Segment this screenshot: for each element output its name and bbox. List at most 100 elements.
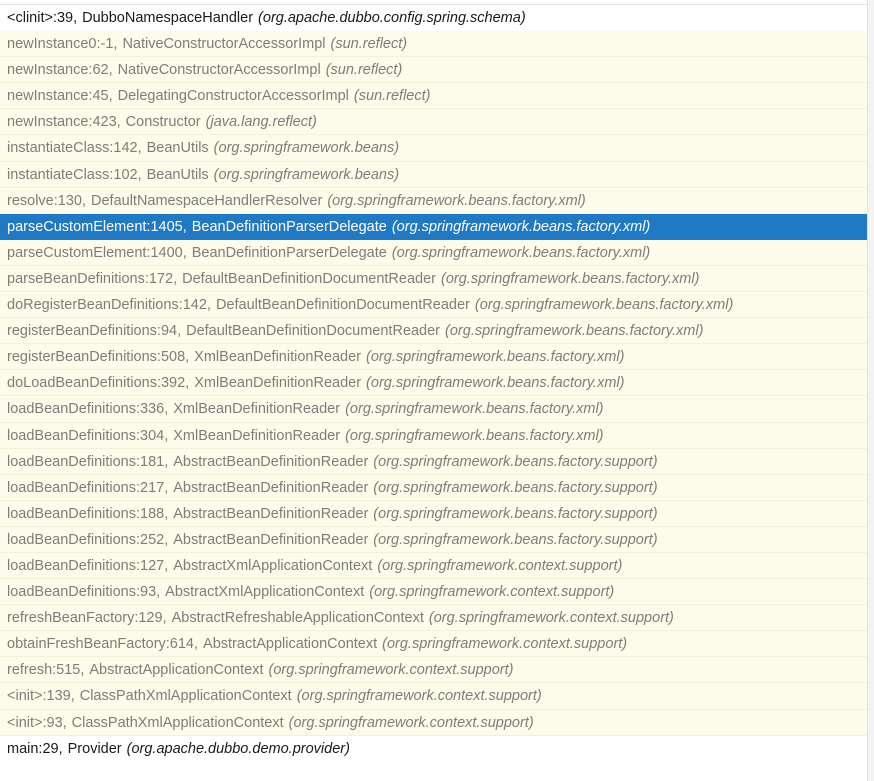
stack-frame-row[interactable]: registerBeanDefinitions:508, XmlBeanDefin… [0, 344, 874, 371]
frame-class: AbstractBeanDefinitionReader [173, 505, 369, 522]
frame-package: org.springframework.beans.factory.suppor… [373, 506, 657, 522]
frame-method: loadBeanDefinitions:304 [7, 427, 165, 444]
stack-frame-row[interactable]: newInstance:62, NativeConstructorAccessor… [0, 57, 874, 84]
frame-class: AbstractBeanDefinitionReader [173, 479, 369, 496]
frame-method: instantiateClass:142 [7, 140, 138, 157]
frame-method: resolve:130 [7, 192, 82, 209]
frame-separator: , [182, 244, 187, 261]
frame-class: DelegatingConstructorAccessorImpl [117, 88, 349, 105]
stack-frame-row[interactable]: loadBeanDefinitions:181, AbstractBeanDefi… [0, 448, 874, 475]
frame-separator: , [58, 740, 63, 757]
frame-method: <init>:93 [7, 714, 63, 731]
frame-separator: , [116, 114, 121, 131]
frame-package: org.springframework.context.support [377, 558, 622, 574]
frame-package: org.springframework.context.support [268, 662, 513, 678]
frame-class: XmlBeanDefinitionReader [194, 349, 362, 366]
frame-class: XmlBeanDefinitionReader [173, 427, 341, 444]
frame-separator: , [164, 531, 169, 548]
call-stack-frames-list: <clinit>:39,DubboNamespaceHandlerorg.apa… [0, 4, 874, 762]
stack-frame-row[interactable]: loadBeanDefinitions:336, XmlBeanDefinitio… [0, 396, 874, 423]
frame-method: refreshBeanFactory:129 [7, 610, 163, 627]
stack-frame-row[interactable]: loadBeanDefinitions:304, XmlBeanDefinitio… [0, 422, 874, 449]
stack-frame-row[interactable]: doLoadBeanDefinitions:392, XmlBeanDefinit… [0, 370, 874, 397]
stack-frame-row[interactable]: <init>:93, ClassPathXmlApplicationContext… [0, 709, 874, 736]
stack-frame-row[interactable]: parseCustomElement:1400, BeanDefinitionPa… [0, 239, 874, 266]
frame-separator: , [194, 636, 199, 653]
stack-frame-row[interactable]: newInstance:423,Constructor java.lang.ref… [0, 109, 874, 136]
stack-frame-row[interactable]: parseCustomElement:1405, BeanDefinitionPa… [0, 213, 874, 240]
frame-class: XmlBeanDefinitionReader [194, 375, 362, 392]
frame-package: org.springframework.beans.factory.xml [327, 193, 585, 209]
frame-class: BeanUtils [146, 166, 209, 183]
frame-package: org.springframework.beans.factory.xml [445, 323, 703, 339]
frame-method: registerBeanDefinitions:508 [7, 349, 186, 366]
stack-frame-row[interactable]: resolve:130, DefaultNamespaceHandlerResol… [0, 187, 874, 214]
frame-package: org.springframework.beans.factory.xml [475, 297, 733, 313]
stack-frame-row[interactable]: obtainFreshBeanFactory:614, AbstractAppli… [0, 631, 874, 658]
stack-frame-row[interactable]: refreshBeanFactory:129, AbstractRefreshab… [0, 605, 874, 632]
stack-frame-row[interactable]: loadBeanDefinitions:217, AbstractBeanDefi… [0, 474, 874, 501]
stack-frame-row[interactable]: instantiateClass:142,BeanUtils org.spring… [0, 135, 874, 162]
frame-package: org.springframework.context.support [369, 584, 614, 600]
frame-method: <clinit>:39 [7, 10, 74, 26]
scrollbar-edge[interactable] [867, 0, 874, 781]
frame-method: doLoadBeanDefinitions:392 [7, 375, 186, 392]
frame-package: org.springframework.beans.factory.xml [345, 428, 603, 444]
frame-class: DefaultBeanDefinitionDocumentReader [182, 270, 436, 287]
frame-package: org.springframework.beans [214, 140, 399, 156]
frame-separator: , [108, 62, 113, 79]
stack-frame-row[interactable]: loadBeanDefinitions:188, AbstractBeanDefi… [0, 500, 874, 527]
frame-class: AbstractRefreshableApplicationContext [171, 610, 424, 627]
frame-separator: , [164, 557, 169, 574]
frame-separator: , [164, 479, 169, 496]
frame-package: org.springframework.beans.factory.xml [392, 219, 650, 235]
stack-frame-row[interactable]: parseBeanDefinitions:172, DefaultBeanDefi… [0, 265, 874, 293]
frame-separator: , [80, 662, 85, 679]
frame-method: main:29 [7, 740, 59, 757]
frame-method: newInstance:423 [7, 114, 117, 131]
stack-frame-row[interactable]: doRegisterBeanDefinitions:142, DefaultBea… [0, 292, 874, 319]
frame-class: BeanDefinitionParserDelegate [191, 244, 387, 261]
frame-package: java.lang.reflect [206, 114, 317, 130]
frame-method: registerBeanDefinitions:94 [7, 323, 178, 340]
stack-frame-row[interactable]: registerBeanDefinitions:94, DefaultBeanDe… [0, 318, 874, 345]
frame-method: newInstance:45 [7, 88, 109, 105]
frame-package: org.springframework.beans.factory.xml [345, 401, 603, 417]
frame-separator: , [81, 192, 86, 209]
frame-separator: , [113, 36, 118, 53]
stack-frame-row[interactable]: newInstance0:-1, NativeConstructorAccesso… [0, 31, 874, 58]
frame-separator: , [108, 88, 113, 105]
stack-frame-row[interactable]: loadBeanDefinitions:252, AbstractBeanDefi… [0, 526, 874, 553]
frame-package: org.springframework.context.support [382, 636, 627, 652]
frame-method: loadBeanDefinitions:181 [7, 453, 165, 470]
frame-method: loadBeanDefinitions:336 [7, 401, 165, 418]
frame-class: XmlBeanDefinitionReader [173, 401, 341, 418]
frame-separator: , [177, 323, 182, 340]
frame-class: AbstractXmlApplicationContext [165, 584, 365, 601]
stack-frame-row[interactable]: instantiateClass:102,BeanUtils org.spring… [0, 161, 874, 188]
stack-frame-row[interactable]: main:29,Provider org.apache.dubbo.demo.pr… [0, 735, 874, 762]
frame-separator: , [182, 218, 187, 235]
frame-method: newInstance:62 [7, 62, 109, 79]
frame-separator: , [164, 505, 169, 522]
stack-frame-row[interactable]: newInstance:45, DelegatingConstructorAcce… [0, 83, 874, 110]
frame-class: AbstractXmlApplicationContext [173, 557, 373, 574]
frame-package: sun.reflect [326, 62, 403, 78]
stack-frame-row[interactable]: loadBeanDefinitions:93, AbstractXmlApplic… [0, 579, 874, 606]
frame-package: org.springframework.context.support [297, 688, 542, 704]
frame-separator: , [164, 427, 169, 444]
frame-package: org.springframework.beans [214, 167, 399, 183]
frame-package: org.springframework.context.support [289, 715, 534, 731]
stack-frame-row[interactable]: <init>:139, ClassPathXmlApplicationContex… [0, 683, 874, 710]
frame-method: loadBeanDefinitions:93 [7, 584, 157, 601]
frame-separator: , [173, 270, 178, 287]
frame-separator: , [162, 610, 167, 627]
frame-separator: , [206, 297, 211, 314]
frame-method: parseCustomElement:1400 [7, 244, 183, 261]
frame-package: org.springframework.beans.factory.suppor… [373, 480, 657, 496]
stack-frame-row[interactable]: refresh:515,AbstractApplicationContextor… [0, 657, 874, 684]
stack-frame-row[interactable]: loadBeanDefinitions:127, AbstractXmlAppli… [0, 552, 874, 580]
stack-frame-row[interactable]: <clinit>:39,DubboNamespaceHandlerorg.apa… [0, 5, 874, 32]
frame-class: ClassPathXmlApplicationContext [71, 714, 284, 731]
frame-class: BeanDefinitionParserDelegate [191, 218, 387, 235]
